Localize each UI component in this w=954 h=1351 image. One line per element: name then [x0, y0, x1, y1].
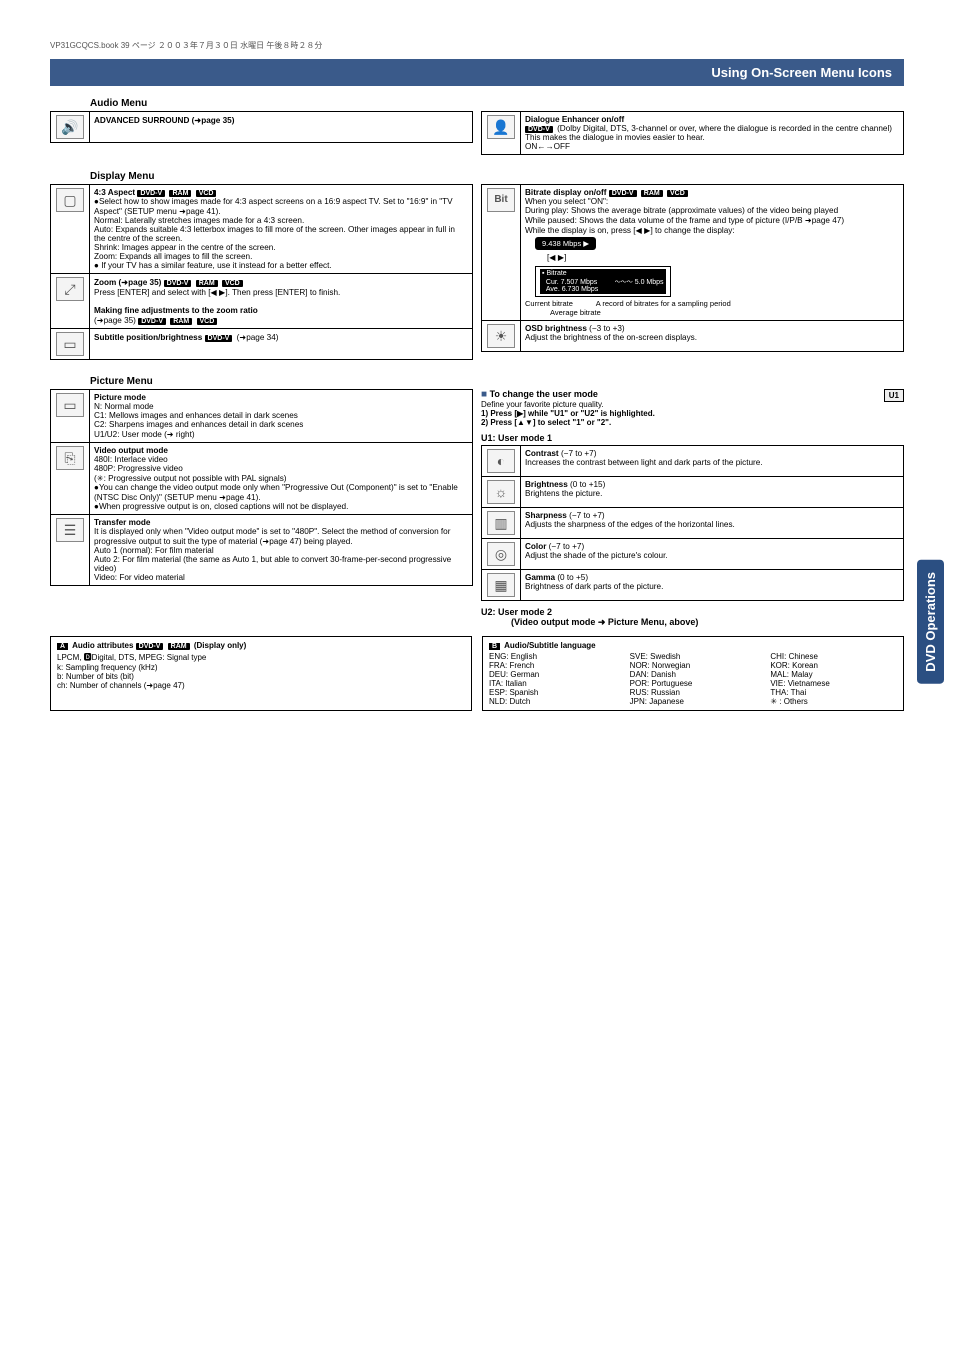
dialogue-cond: (Dolby Digital, DTS, 3-channel or over, …: [557, 124, 892, 133]
dialogue-icon: 👤: [487, 115, 515, 139]
advanced-surround-text: ADVANCED SURROUND (➜page 35): [94, 116, 234, 125]
audio-attributes-box: AAudio attributes DVD-V RAM (Display onl…: [50, 636, 472, 711]
subtitle-icon: ▭: [56, 332, 84, 356]
dialogue-enhancer-box: 👤 Dialogue Enhancer on/off DVD-V (Dolby …: [481, 111, 904, 155]
speaker-icon: 🔊: [56, 115, 84, 139]
display-menu-title: Display Menu: [90, 171, 904, 182]
audio-menu-title: Audio Menu: [90, 98, 904, 109]
dialogue-heading: Dialogue Enhancer on/off: [525, 115, 624, 124]
dialogue-toggle: ON←→OFF: [525, 142, 570, 151]
display-left-table: ▢ 4:3 Aspect DVD-V RAM VCD ●Select how t…: [50, 184, 473, 360]
zoom-heading: Zoom (➜page 35): [94, 278, 161, 287]
contrast-icon: ◐: [487, 449, 515, 473]
video-output-icon: ⎘: [56, 446, 84, 470]
subtitle-heading: Subtitle position/brightness: [94, 333, 202, 342]
user-mode-table: ◐ Contrast (−7 to +7)Increases the contr…: [481, 445, 904, 601]
dialogue-desc: This makes the dialogue in movies easier…: [525, 133, 705, 142]
brightness-icon: ☀: [487, 324, 515, 348]
gamma-icon: ▦: [487, 573, 515, 597]
aspect-icon: ▢: [56, 188, 84, 212]
dvd-v-badge: DVD-V: [525, 126, 553, 133]
book-meta: VP31GCQCS.book 39 ページ ２００３年７月３０日 水曜日 午後８…: [50, 40, 904, 51]
picture-menu-title: Picture Menu: [90, 376, 904, 387]
advanced-surround-box: 🔊 ADVANCED SURROUND (➜page 35): [50, 111, 473, 143]
brightness2-icon: ☼: [487, 480, 515, 504]
zoom-icon: ⤢: [56, 277, 84, 301]
language-box: BAudio/Subtitle language ENG: English FR…: [482, 636, 904, 711]
aspect-heading: 4:3 Aspect: [94, 188, 135, 197]
picture-left-table: ▭ Picture mode N: Normal mode C1: Mellow…: [50, 389, 473, 586]
side-tab-dvd-operations: DVD Operations: [917, 560, 944, 684]
change-user-mode-heading: ■ To change the user mode U1: [481, 389, 904, 400]
display-right-table: Bit Bitrate display on/off DVD-V RAM VCD…: [481, 184, 904, 352]
color-icon: ◎: [487, 542, 515, 566]
bitrate-heading: Bitrate display on/off: [525, 188, 606, 197]
picture-mode-icon: ▭: [56, 393, 84, 417]
bitrate-icon: Bit: [487, 188, 515, 212]
u1-badge-icon: U1: [884, 389, 904, 402]
sharpness-icon: ▥: [487, 511, 515, 535]
osd-heading: OSD brightness: [525, 324, 587, 333]
bitrate-chart: ▪ Bitrate Cur. 7.507 Mbps ～～～ 5.0 Mbps A…: [535, 266, 671, 297]
page-header: Using On-Screen Menu Icons: [50, 59, 904, 86]
transfer-mode-icon: ☰: [56, 518, 84, 542]
bitrate-pill: 9.438 Mbps ▶: [535, 237, 596, 250]
